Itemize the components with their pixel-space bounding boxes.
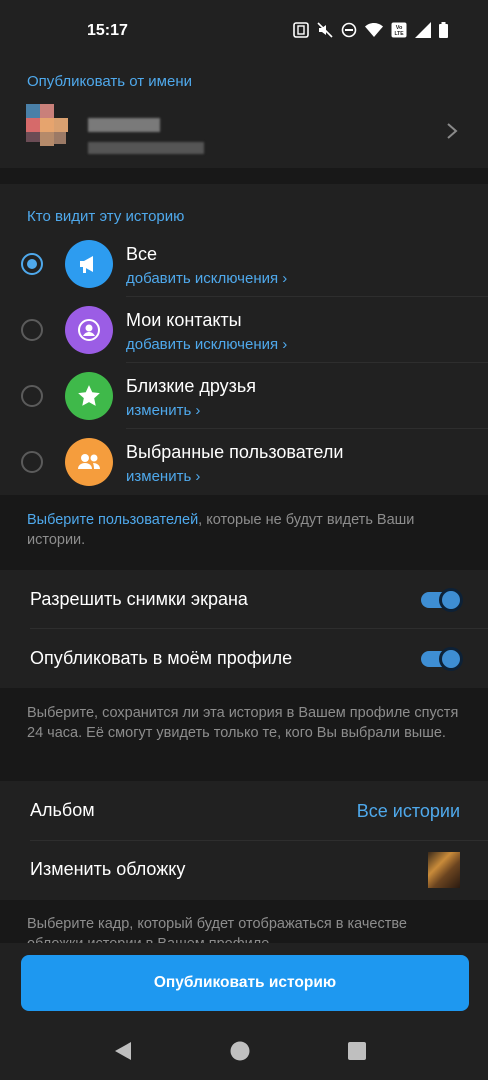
audience-icon-circle <box>65 306 113 354</box>
allow-screenshots-toggle[interactable] <box>421 587 463 612</box>
battery-icon <box>439 22 448 38</box>
cover-note: Выберите кадр, который будет отображатьс… <box>27 916 407 943</box>
option-label: Выбранные пользователи <box>126 442 344 462</box>
chevron-right-icon <box>447 123 458 139</box>
option-sub-link[interactable]: добавить исключения › <box>126 336 287 353</box>
avatar <box>26 104 68 146</box>
post-to-profile-toggle[interactable] <box>421 646 463 671</box>
megaphone-icon <box>80 256 93 273</box>
nfc-icon <box>293 22 309 38</box>
option-sub-text: изменить <box>126 468 192 485</box>
option-label: Мои контакты <box>126 310 242 330</box>
person-icon <box>78 319 100 341</box>
album-label: Альбом <box>30 800 95 820</box>
section-gap <box>0 168 488 184</box>
account-username <box>88 142 204 154</box>
allow-screenshots-label: Разрешить снимки экрана <box>30 589 248 609</box>
change-cover-row[interactable]: Изменить обложку <box>0 841 488 900</box>
android-nav-bar <box>0 1020 488 1080</box>
settings-note: Выберите, сохранится ли эта история в Ва… <box>27 705 459 741</box>
allow-screenshots-row[interactable]: Разрешить снимки экрана <box>0 570 488 628</box>
audience-option-everyone[interactable]: Все добавить исключения › <box>0 231 488 297</box>
audience-icon-circle <box>65 240 113 288</box>
publish-story-button[interactable]: Опубликовать историю <box>21 955 469 1011</box>
post-to-profile-label: Опубликовать в моём профиле <box>30 648 293 668</box>
mute-icon <box>317 22 333 38</box>
account-row[interactable] <box>0 98 488 164</box>
radio-contacts[interactable] <box>21 319 43 341</box>
signal-icon <box>415 22 431 38</box>
account-name <box>88 118 160 132</box>
recents-icon[interactable] <box>348 1042 366 1060</box>
svg-text:LTE: LTE <box>394 31 404 37</box>
radio-close-friends[interactable] <box>21 385 43 407</box>
option-label: Все <box>126 244 158 264</box>
group-icon <box>78 454 100 469</box>
home-icon[interactable] <box>230 1041 250 1061</box>
audience-title: Кто видит эту историю <box>27 208 185 225</box>
radio-selected-users[interactable] <box>21 451 43 473</box>
back-icon[interactable] <box>114 1041 132 1061</box>
option-sub-link[interactable]: изменить › <box>126 468 200 485</box>
option-sub-text: изменить <box>126 402 192 419</box>
change-cover-label: Изменить обложку <box>30 859 186 879</box>
audience-icon-circle <box>65 372 113 420</box>
post-to-profile-row[interactable]: Опубликовать в моём профиле <box>0 629 488 688</box>
status-bar: 15:17 Vo LTE <box>0 0 488 62</box>
option-sub-text: добавить исключения <box>126 270 279 287</box>
option-label: Близкие друзья <box>126 376 257 396</box>
wifi-icon <box>365 23 383 37</box>
status-icons: Vo LTE <box>293 22 448 38</box>
album-value[interactable]: Все истории <box>357 801 460 822</box>
volte-icon: VoLTE <box>391 22 407 38</box>
audience-option-contacts[interactable]: Мои контакты добавить исключения › <box>0 297 488 363</box>
album-row[interactable]: Альбом Все истории <box>0 781 488 840</box>
audience-option-selected-users[interactable]: Выбранные пользователи изменить › <box>0 429 488 495</box>
star-icon <box>78 385 100 406</box>
option-sub-link[interactable]: изменить › <box>126 402 200 419</box>
publish-as-title: Опубликовать от имени <box>27 73 192 90</box>
audience-note: Выберите пользователей, которые не будут… <box>27 510 464 550</box>
status-time: 15:17 <box>87 22 128 39</box>
cover-thumbnail[interactable] <box>428 852 460 888</box>
dnd-icon <box>341 22 357 38</box>
select-users-link[interactable]: Выберите пользователей <box>27 512 198 528</box>
option-sub-text: добавить исключения <box>126 336 279 353</box>
option-sub-link[interactable]: добавить исключения › <box>126 270 287 287</box>
audience-icon-circle <box>65 438 113 486</box>
audience-option-close-friends[interactable]: Близкие друзья изменить › <box>0 363 488 429</box>
radio-everyone[interactable] <box>21 253 43 275</box>
